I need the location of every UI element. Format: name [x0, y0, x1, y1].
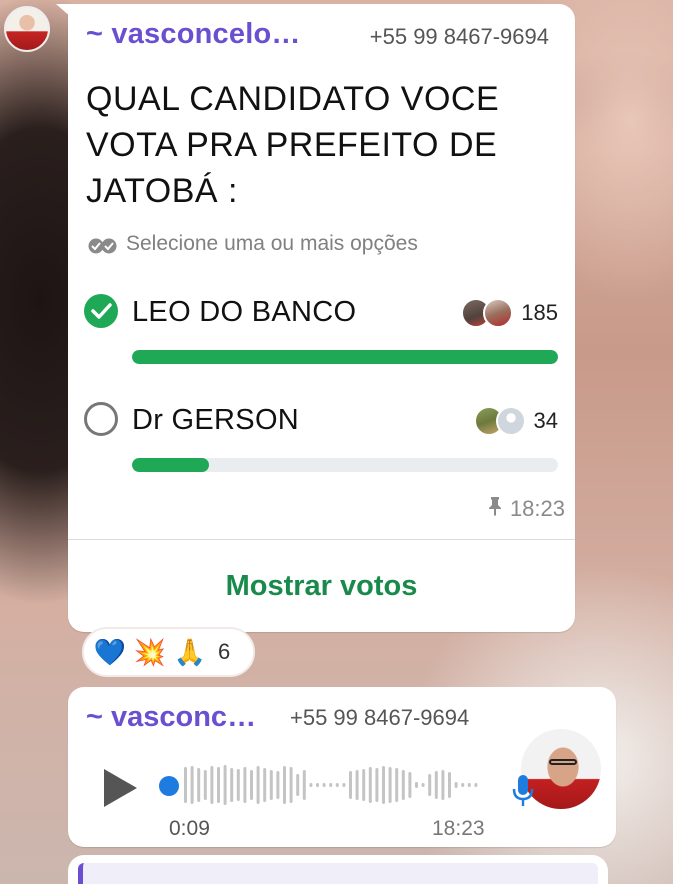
waveform-bar	[190, 766, 194, 804]
waveform-bar	[395, 768, 399, 802]
waveform-bar	[375, 768, 379, 802]
voters-group[interactable]: 185	[461, 298, 558, 328]
audio-waveform[interactable]	[184, 765, 484, 805]
waveform-bar	[269, 770, 273, 800]
collision-icon: 💥	[133, 636, 167, 667]
pin-icon	[488, 496, 502, 522]
waveform-bar	[355, 770, 359, 800]
poll-hint: Selecione uma ou mais opções	[88, 232, 418, 256]
reactions-pill[interactable]: 💙 💥 🙏 6	[82, 627, 255, 677]
sender-phone: +55 99 8467-9694	[290, 705, 470, 730]
waveform-bar	[296, 774, 300, 796]
audio-scrubber[interactable]	[159, 776, 179, 796]
waveform-bar	[302, 770, 306, 800]
waveform-bar	[382, 766, 385, 804]
poll-question: QUAL CANDIDATO VOCE VOTA PRA PREFEITO DE…	[86, 80, 500, 210]
blue-heart-icon: 💙	[93, 636, 127, 667]
waveform-bar	[230, 768, 234, 802]
waveform-bar	[309, 783, 313, 787]
quoted-reply-bar	[78, 863, 598, 884]
waveform-bar	[401, 770, 405, 800]
radio-empty-icon[interactable]	[84, 402, 118, 436]
waveform-bar	[263, 768, 267, 802]
waveform-bar	[441, 770, 445, 800]
waveform-bar	[428, 774, 432, 796]
waveform-bar	[408, 772, 412, 798]
divider	[68, 539, 575, 540]
waveform-bar	[243, 767, 247, 803]
sender-avatar[interactable]	[4, 6, 50, 52]
message-time: 18:23	[509, 496, 565, 521]
vote-bar-fill	[132, 458, 209, 472]
vote-count: 185	[521, 300, 558, 325]
waveform-bar	[236, 769, 240, 801]
vote-bar-track	[132, 350, 558, 364]
sender-phone: +55 99 8467-9694	[369, 24, 549, 49]
waveform-bar	[349, 771, 352, 799]
waveform-bar	[448, 772, 451, 798]
show-votes-button[interactable]: Mostrar votos	[68, 570, 575, 603]
option-label: LEO DO BANCO	[132, 296, 357, 328]
waveform-bar	[434, 771, 438, 799]
waveform-bar	[467, 783, 471, 787]
waveform-bar	[316, 783, 319, 787]
message-time: 18:23	[432, 817, 485, 840]
waveform-bar	[217, 767, 220, 803]
waveform-bar	[362, 769, 366, 801]
microphone-icon	[512, 773, 534, 809]
next-message-bubble[interactable]	[68, 855, 608, 884]
waveform-bar	[421, 783, 425, 787]
message-meta: 18:23	[488, 496, 565, 522]
waveform-bar	[322, 783, 326, 787]
vote-count: 34	[533, 408, 558, 433]
waveform-bar	[289, 767, 293, 803]
option-label: Dr GERSON	[132, 404, 300, 436]
audio-message-bubble[interactable]: ~ vasconc… +55 99 8467-9694 0:09 18:23	[68, 687, 616, 847]
sender-name[interactable]: ~ vasconc…	[86, 701, 256, 734]
poll-message-bubble[interactable]: ~ vasconcelo… +55 99 8467-9694 QUAL CAND…	[68, 4, 575, 632]
waveform-bar	[276, 771, 280, 799]
audio-duration: 0:09	[169, 817, 210, 840]
waveform-bar	[223, 765, 227, 805]
double-check-icon	[88, 236, 118, 254]
voter-avatar	[483, 298, 514, 328]
waveform-bar	[210, 766, 214, 804]
waveform-bar	[388, 767, 392, 803]
voter-avatar	[495, 406, 526, 436]
waveform-bar	[256, 766, 260, 804]
vote-bar-track	[132, 458, 558, 472]
waveform-bar	[184, 767, 187, 803]
avatar-glasses	[549, 759, 577, 765]
waveform-bar	[474, 783, 478, 787]
waveform-bar	[283, 766, 286, 804]
waveform-bar	[461, 783, 465, 787]
sender-name[interactable]: ~ vasconcelo…	[86, 18, 301, 51]
poll-hint-text: Selecione uma ou mais opções	[126, 232, 418, 255]
reaction-count: 6	[218, 639, 231, 664]
waveform-bar	[329, 783, 333, 787]
waveform-bar	[368, 767, 372, 803]
play-icon[interactable]	[104, 769, 137, 807]
waveform-bar	[454, 782, 458, 788]
waveform-bar	[203, 770, 207, 800]
praying-hands-icon: 🙏	[173, 636, 207, 667]
voters-group[interactable]: 34	[473, 406, 558, 436]
checkmark-icon[interactable]	[84, 294, 118, 328]
waveform-bar	[415, 782, 418, 788]
waveform-bar	[250, 770, 253, 800]
waveform-bar	[335, 783, 339, 787]
vote-bar-fill	[132, 350, 558, 364]
waveform-bar	[342, 783, 346, 787]
waveform-bar	[197, 768, 201, 802]
